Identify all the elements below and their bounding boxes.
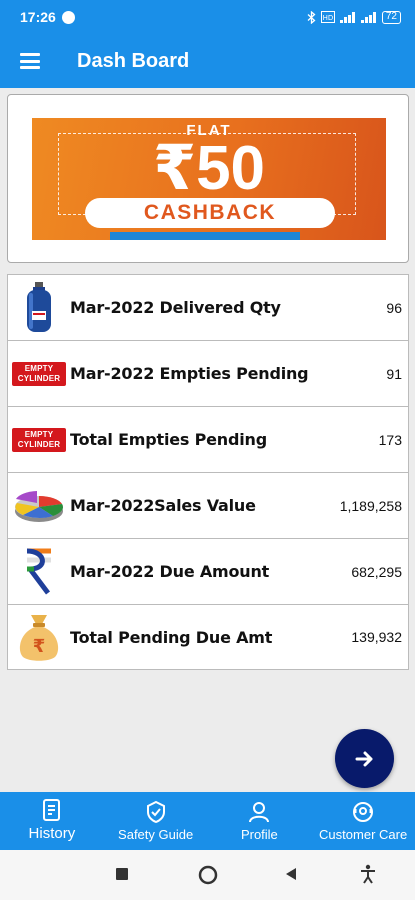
home-icon[interactable] [198, 865, 218, 885]
profile-icon [249, 802, 270, 823]
money-bag-icon: ₹ [8, 604, 70, 670]
list-item-label: Mar-2022 Due Amount [70, 562, 270, 581]
recent-apps-icon[interactable] [115, 867, 129, 881]
accessibility-icon[interactable] [360, 864, 376, 884]
status-time: 17:26 [20, 9, 56, 25]
list-item-sales-value[interactable]: Mar-2022Sales Value 1,189,258 [8, 473, 408, 539]
status-bar: 17:26 HD 72 [0, 0, 415, 34]
list-item-value: 173 [378, 431, 402, 448]
notification-icon [61, 10, 75, 24]
empty-cylinder-icon: EMPTY CYLINDER [8, 407, 70, 473]
nav-label: Customer Care [319, 827, 408, 842]
empty-badge-text-2: CYLINDER [17, 373, 61, 383]
list-item-value: 139,932 [351, 629, 402, 645]
svg-text:HD: HD [323, 14, 334, 22]
system-nav-bar [0, 850, 415, 900]
customer-care-icon [353, 802, 374, 822]
list-item-due-amount[interactable]: Mar-2022 Due Amount 682,295 [8, 539, 408, 605]
list-item-label: Mar-2022 Empties Pending [70, 364, 309, 383]
nav-item-safety-guide[interactable]: Safety Guide [104, 792, 208, 850]
empty-badge-text-1: EMPTY [24, 363, 54, 373]
empty-cylinder-icon: EMPTY CYLINDER [8, 341, 70, 407]
volte-icon: HD [320, 11, 335, 23]
bluetooth-icon [307, 10, 316, 24]
gas-cylinder-icon [8, 275, 70, 341]
history-icon [42, 799, 60, 821]
nav-item-customer-care[interactable]: Customer Care [311, 792, 415, 850]
list-item-value: 96 [386, 299, 402, 316]
app-bar: Dash Board [0, 34, 415, 88]
list-item-total-pending-due[interactable]: ₹ Total Pending Due Amt 139,932 [8, 605, 408, 669]
list-item-delivered-qty[interactable]: Mar-2022 Delivered Qty 96 [8, 275, 408, 341]
list-item-label: Mar-2022 Delivered Qty [70, 298, 281, 317]
list-item-value: 682,295 [351, 563, 402, 580]
list-item-total-empties[interactable]: EMPTY CYLINDER Total Empties Pending 173 [8, 407, 408, 473]
svg-text:₹: ₹ [33, 636, 46, 657]
banner-cashback-pill: CASHBACK [85, 198, 335, 228]
banner-amount: ₹50 [152, 134, 266, 203]
status-indicators: HD 72 [307, 10, 401, 24]
nav-label: Profile [240, 827, 278, 842]
empty-badge-text-1: EMPTY [24, 429, 54, 439]
rupee-icon [8, 539, 70, 605]
signal-icon-1 [339, 11, 356, 23]
battery-icon: 72 [381, 10, 401, 24]
cashback-banner[interactable]: FLAT ₹50 CASHBACK [32, 118, 386, 240]
nav-label: Safety Guide [118, 827, 194, 842]
pie-chart-icon [8, 473, 70, 539]
safety-guide-icon [146, 800, 165, 824]
dashboard-list: Mar-2022 Delivered Qty 96 EMPTY CYLINDER … [7, 274, 409, 670]
nav-item-history[interactable]: History [0, 792, 104, 850]
nav-item-profile[interactable]: Profile [208, 792, 312, 850]
banner-strip [110, 232, 300, 240]
page-title: Dash Board [77, 49, 190, 72]
nav-label: History [28, 825, 76, 842]
list-item-label: Mar-2022Sales Value [70, 496, 256, 515]
back-icon[interactable] [284, 867, 298, 881]
arrow-right-icon [355, 751, 372, 766]
list-item-value: 1,189,258 [339, 497, 402, 514]
banner-card[interactable]: FLAT ₹50 CASHBACK [7, 94, 409, 263]
list-item-label: Total Pending Due Amt [70, 627, 273, 647]
bottom-nav: History Safety Guide Profile Customer Ca… [0, 792, 415, 850]
signal-icon-2 [360, 11, 377, 23]
list-item-value: 91 [386, 365, 402, 382]
next-fab-button[interactable] [335, 729, 394, 788]
menu-icon[interactable] [20, 53, 40, 69]
list-item-empties-pending[interactable]: EMPTY CYLINDER Mar-2022 Empties Pending 9… [8, 341, 408, 407]
list-item-label: Total Empties Pending [70, 430, 267, 449]
empty-badge-text-2: CYLINDER [17, 439, 61, 449]
